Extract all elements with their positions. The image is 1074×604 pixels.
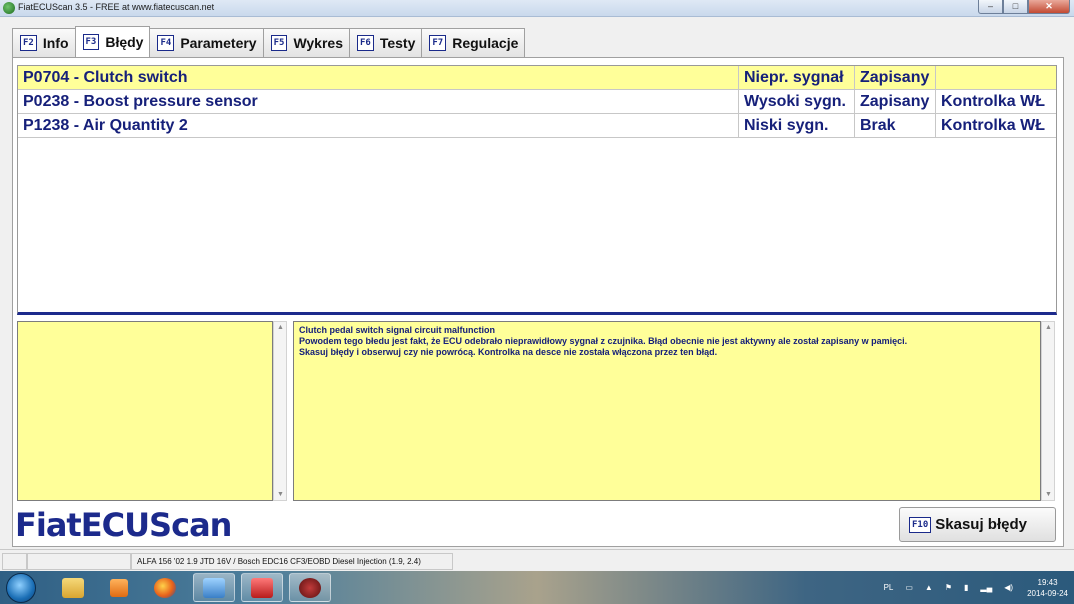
error-status: Brak bbox=[854, 114, 935, 138]
tab-info[interactable]: F2 Info bbox=[12, 28, 76, 57]
file-explorer-icon[interactable] bbox=[52, 573, 94, 602]
fiatecuscan-icon[interactable] bbox=[289, 573, 331, 602]
window-controls: – □ ✕ bbox=[978, 0, 1070, 15]
keyboard-icon[interactable]: ▭ bbox=[905, 583, 913, 592]
scroll-down-icon[interactable]: ▼ bbox=[277, 491, 284, 498]
scroll-down-icon[interactable]: ▼ bbox=[1045, 491, 1052, 498]
error-lamp: Kontrolka WŁ bbox=[935, 114, 1056, 138]
error-code: P1238 - Air Quantity 2 bbox=[23, 117, 188, 134]
error-signal: Wysoki sygn. bbox=[738, 90, 854, 114]
minimize-button[interactable]: – bbox=[978, 0, 1003, 14]
tab-label: Testy bbox=[379, 35, 416, 51]
tab-label: Regulacje bbox=[452, 35, 519, 51]
clear-errors-label: Skasuj błędy bbox=[935, 516, 1027, 533]
status-cell-connection bbox=[2, 553, 27, 570]
clock[interactable]: 19:43 2014-09-24 bbox=[1027, 577, 1068, 599]
app-icon bbox=[3, 2, 15, 14]
scroll-up-icon[interactable]: ▲ bbox=[1045, 324, 1052, 331]
error-status: Zapisany bbox=[854, 66, 935, 90]
f4-key-icon: F4 bbox=[157, 35, 175, 51]
freeze-frame-panel[interactable] bbox=[17, 321, 273, 501]
title-bar: FiatECUScan 3.5 - FREE at www.fiatecusca… bbox=[0, 0, 1074, 17]
f10-key-icon: F10 bbox=[909, 516, 932, 533]
error-row[interactable]: P0238 - Boost pressure sensor Wysoki syg… bbox=[18, 90, 1056, 114]
error-row[interactable]: P0704 - Clutch switch Niepr. sygnał Zapi… bbox=[18, 66, 1056, 90]
error-list: P0704 - Clutch switch Niepr. sygnał Zapi… bbox=[17, 65, 1057, 315]
network-icon[interactable]: ▂▄ bbox=[980, 583, 992, 592]
battery-icon[interactable]: ▮ bbox=[964, 583, 968, 592]
status-bar: ALFA 156 '02 1.9 JTD 16V / Bosch EDC16 C… bbox=[0, 549, 1074, 571]
close-button[interactable]: ✕ bbox=[1028, 0, 1070, 14]
volume-icon[interactable]: ◀) bbox=[1004, 583, 1013, 592]
toolbox-icon[interactable] bbox=[241, 573, 283, 602]
language-indicator[interactable]: PL bbox=[884, 583, 894, 592]
fiatecuscan-logo: FiatECUScan bbox=[15, 506, 232, 544]
f2-key-icon: F2 bbox=[20, 35, 37, 51]
f6-key-icon: F6 bbox=[357, 35, 374, 51]
tab-label: Błędy bbox=[105, 34, 144, 50]
right-panel-scrollbar[interactable]: ▲ ▼ bbox=[1041, 321, 1055, 501]
f5-key-icon: F5 bbox=[270, 35, 288, 51]
tab-parameters[interactable]: F4 Parametery bbox=[149, 28, 264, 57]
firefox-icon[interactable] bbox=[144, 573, 186, 602]
tab-bar: F2 Info F3 Błędy F4 Parametery F5 Wykres… bbox=[12, 26, 526, 57]
tab-label: Wykres bbox=[293, 35, 343, 51]
media-player-icon[interactable] bbox=[98, 573, 140, 602]
tab-errors[interactable]: F3 Błędy bbox=[74, 26, 151, 57]
tab-adjustments[interactable]: F7 Regulacje bbox=[421, 28, 526, 57]
error-row[interactable]: P1238 - Air Quantity 2 Niski sygn. Brak … bbox=[18, 114, 1056, 138]
windows-taskbar: PL ▭ ▲ ⚑ ▮ ▂▄ ◀) 19:43 2014-09-24 bbox=[0, 571, 1074, 604]
maximize-button[interactable]: □ bbox=[1003, 0, 1028, 14]
window-title: FiatECUScan 3.5 - FREE at www.fiatecusca… bbox=[18, 2, 215, 12]
clear-errors-button[interactable]: F10 Skasuj błędy bbox=[899, 507, 1056, 542]
tab-chart[interactable]: F5 Wykres bbox=[262, 28, 350, 57]
action-center-icon[interactable]: ⚑ bbox=[945, 583, 952, 592]
show-hidden-icons-icon[interactable]: ▲ bbox=[925, 583, 933, 592]
f3-key-icon: F3 bbox=[82, 34, 100, 50]
system-tray: PL ▭ ▲ ⚑ ▮ ▂▄ ◀) 19:43 2014-09-24 bbox=[872, 574, 1068, 601]
tab-label: Parametery bbox=[180, 35, 257, 51]
error-status: Zapisany bbox=[854, 90, 935, 114]
tab-tests[interactable]: F6 Testy bbox=[349, 28, 423, 57]
vehicle-info: ALFA 156 '02 1.9 JTD 16V / Bosch EDC16 C… bbox=[131, 553, 453, 570]
error-signal: Niepr. sygnał bbox=[738, 66, 854, 90]
clock-date: 2014-09-24 bbox=[1027, 588, 1068, 598]
error-description-panel[interactable]: Clutch pedal switch signal circuit malfu… bbox=[293, 321, 1041, 501]
error-lamp: Kontrolka WŁ bbox=[935, 90, 1056, 114]
error-signal: Niski sygn. bbox=[738, 114, 854, 138]
clock-time: 19:43 bbox=[1037, 577, 1058, 587]
tab-label: Info bbox=[42, 35, 69, 51]
error-code: P0704 - Clutch switch bbox=[23, 69, 188, 86]
error-lamp bbox=[935, 66, 1056, 90]
scroll-up-icon[interactable]: ▲ bbox=[277, 324, 284, 331]
status-cell-port bbox=[27, 553, 131, 570]
description-advice: Skasuj błędy i obserwuj czy nie powrócą.… bbox=[299, 347, 718, 357]
start-orb-icon[interactable] bbox=[6, 573, 36, 603]
left-panel-scrollbar[interactable]: ▲ ▼ bbox=[273, 321, 287, 501]
description-text: Powodem tego błedu jest fakt, że ECU ode… bbox=[299, 336, 908, 346]
description-title: Clutch pedal switch signal circuit malfu… bbox=[299, 325, 496, 335]
f7-key-icon: F7 bbox=[429, 35, 447, 51]
error-code: P0238 - Boost pressure sensor bbox=[23, 93, 258, 110]
control-panel-icon[interactable] bbox=[193, 573, 235, 602]
